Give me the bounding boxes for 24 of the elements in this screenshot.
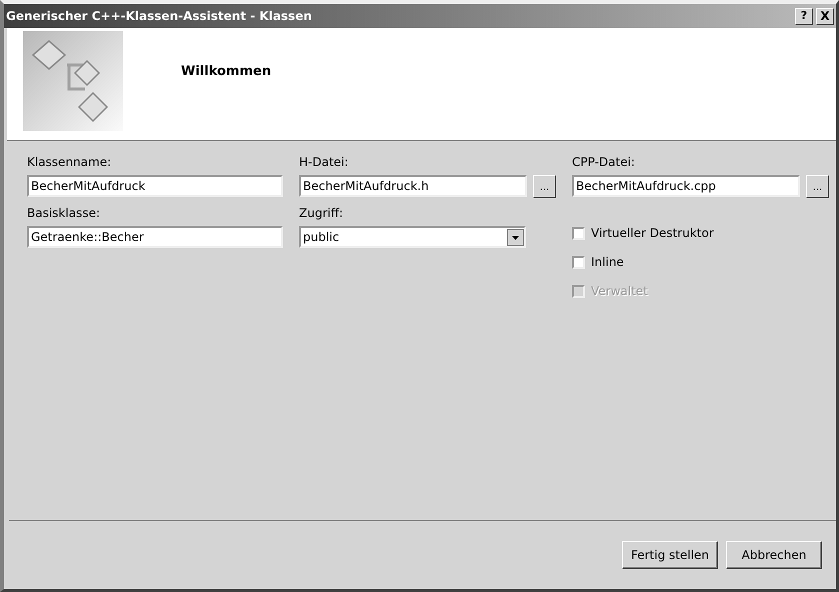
- checkbox[interactable]: [572, 226, 585, 240]
- field-label: Zugriff:: [299, 206, 344, 220]
- input-field[interactable]: BecherMitAufdruck: [27, 175, 283, 197]
- access-dropdown[interactable]: public: [299, 226, 526, 248]
- input-field[interactable]: BecherMitAufdruck.cpp: [572, 175, 800, 197]
- field-label: Klassenname:: [27, 155, 112, 169]
- input-field[interactable]: BecherMitAufdruck.h: [299, 175, 527, 197]
- input-field[interactable]: Getraenke::Becher: [27, 226, 283, 248]
- dialog-button[interactable]: Fertig stellen: [622, 541, 718, 569]
- field-label: Basisklasse:: [27, 206, 101, 220]
- field-label: CPP-Datei:: [572, 155, 636, 169]
- checkbox[interactable]: [572, 256, 585, 268]
- checkbox-label: Virtueller Destruktor: [591, 226, 714, 240]
- browse-button[interactable]: ...: [806, 175, 829, 198]
- dialog-button[interactable]: Abbrechen: [726, 541, 822, 569]
- class-diagram-icon: [23, 31, 123, 131]
- field-label: H-Datei:: [299, 155, 350, 169]
- checkbox-label: Verwaltet: [591, 284, 648, 298]
- page-heading: Willkommen: [181, 64, 272, 79]
- browse-button[interactable]: ...: [533, 175, 556, 198]
- help-button[interactable]: ?: [795, 8, 813, 24]
- checkbox-label: Inline: [591, 255, 624, 269]
- window-title: Generischer C++-Klassen-Assistent - Klassen: [5, 9, 312, 23]
- close-button[interactable]: X: [816, 8, 834, 24]
